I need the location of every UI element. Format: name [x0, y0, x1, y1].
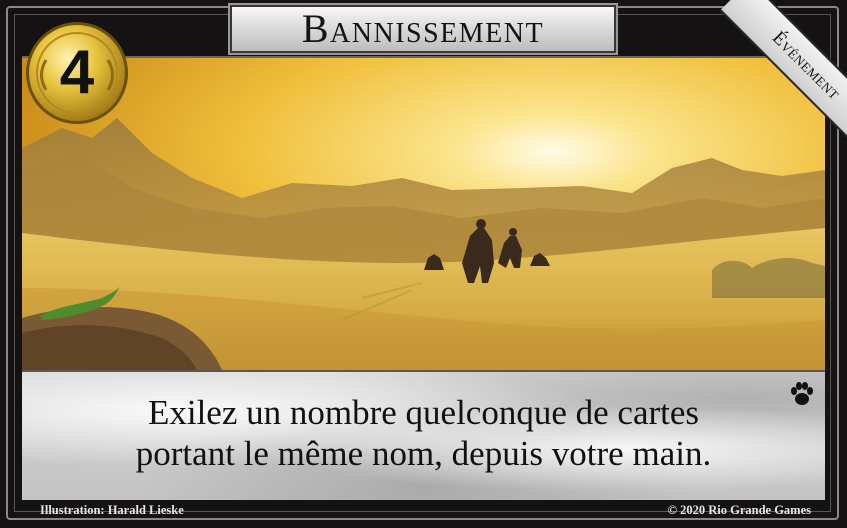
- card-type-ribbon: Événement: [700, 0, 847, 147]
- card-type: Événement: [767, 27, 845, 105]
- card-rules-text: Exilez un nombre quelconque de cartes po…: [22, 392, 825, 474]
- illustration-credit: Illustration: Harald Lieske: [40, 503, 184, 517]
- copyright-notice: © 2020 Rio Grande Games: [667, 503, 811, 517]
- card-footer: Illustration: Harald Lieske © 2020 Rio G…: [22, 500, 825, 522]
- card-text-line: portant le même nom, depuis votre main.: [135, 434, 712, 473]
- card-title: Bannissement: [301, 6, 545, 51]
- card-cost: 4: [59, 38, 95, 107]
- card-text-line: Exilez un nombre quelconque de cartes: [147, 393, 700, 432]
- event-card: Bannissement 4 Événement Exilez un nombr…: [0, 0, 847, 528]
- card-title-banner: Bannissement: [228, 3, 618, 55]
- card-type-band: Événement: [719, 0, 847, 147]
- paw-icon: [791, 382, 813, 405]
